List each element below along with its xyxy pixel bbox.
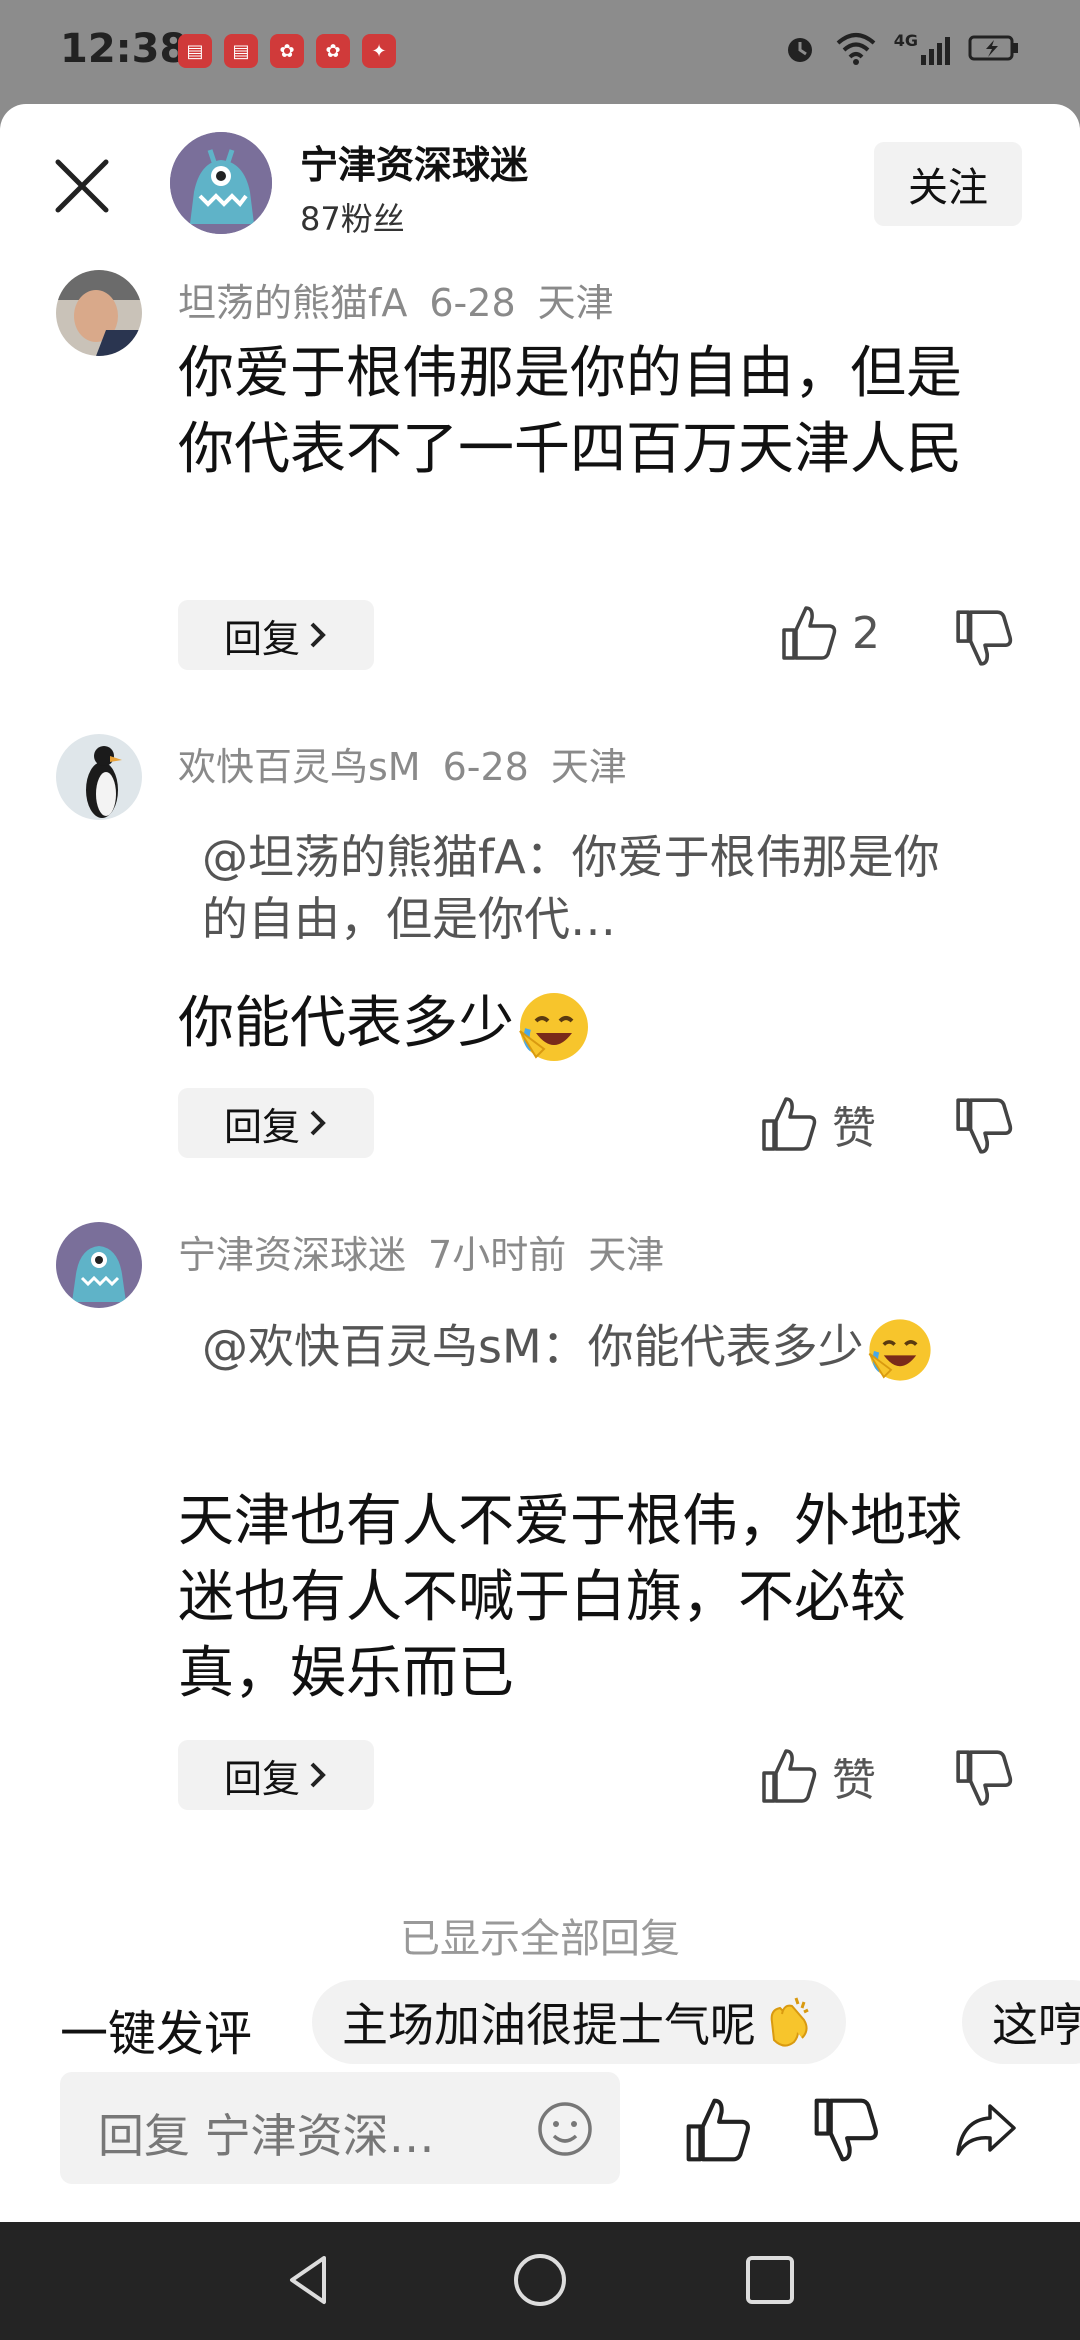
- notification-app-icon: ✿: [270, 34, 304, 68]
- thumbs-down-icon[interactable]: [954, 1748, 1014, 1808]
- comment-date: 6-28: [442, 745, 529, 789]
- notification-app-icon: ▤: [178, 34, 212, 68]
- thumbs-down-icon[interactable]: [954, 608, 1014, 668]
- notification-app-icon: ▤: [224, 34, 258, 68]
- thumbs-down-icon[interactable]: [812, 2096, 880, 2164]
- all-replies-shown-note: 已显示全部回复: [400, 1916, 680, 1956]
- reply-input-placeholder: 回复 宁津资深…: [98, 2109, 435, 2163]
- user-avatar[interactable]: [56, 734, 142, 820]
- like-button[interactable]: 赞: [760, 1744, 876, 1808]
- back-icon[interactable]: [280, 2250, 340, 2310]
- network-type: 4G: [893, 31, 918, 50]
- comment-username[interactable]: 宁津资深球迷: [178, 1233, 406, 1277]
- recents-icon[interactable]: [740, 2250, 800, 2310]
- status-icons: 4G: [782, 30, 1020, 66]
- clapping-hands-emoji-icon: [770, 1997, 809, 2047]
- battery-icon: [968, 35, 1018, 61]
- comment-location: 天津: [550, 745, 627, 789]
- thumbs-up-icon: [762, 1097, 817, 1151]
- reply-label: 回复: [223, 616, 300, 661]
- alarm-icon: [787, 38, 812, 62]
- quick-comment-chip-label: 主场加油很提士气呢: [342, 1998, 756, 2052]
- follow-button[interactable]: 关注: [874, 142, 1022, 226]
- user-avatar[interactable]: [56, 270, 142, 356]
- reply-button[interactable]: 回复: [178, 1740, 374, 1810]
- quoted-comment[interactable]: @欢快百灵鸟sM：你能代表多少: [202, 1314, 982, 1386]
- like-count: 赞: [832, 1103, 876, 1154]
- thumbs-up-icon: [762, 1749, 817, 1803]
- status-bar: 12:38 ▤ ▤ ✿ ✿ ✦ 4G: [0, 0, 1080, 104]
- quick-comment-chip[interactable]: 这哼: [962, 1980, 1080, 2064]
- comment-text-content: 你能代表多少: [178, 991, 514, 1056]
- comment-location: 天津: [537, 281, 614, 325]
- quick-comment-label: 一键发评: [60, 2006, 253, 2062]
- wifi-icon: [836, 33, 876, 65]
- reply-button[interactable]: 回复: [178, 600, 374, 670]
- thumbs-down-icon[interactable]: [954, 1096, 1014, 1156]
- close-icon[interactable]: [52, 156, 112, 216]
- quoted-comment-text: @欢快百灵鸟sM：你能代表多少: [202, 1319, 864, 1374]
- reply-label: 回复: [223, 1756, 300, 1801]
- cellular-icon: 4G: [894, 31, 950, 65]
- chevron-right-icon: [310, 1762, 326, 1788]
- system-navigation-bar: [0, 2222, 1080, 2340]
- comment-date: 6-28: [429, 281, 516, 325]
- like-button[interactable]: 2: [780, 604, 880, 662]
- like-button[interactable]: 赞: [760, 1092, 876, 1156]
- chevron-right-icon: [310, 1110, 326, 1136]
- notification-app-icon: ✿: [316, 34, 350, 68]
- like-count: 赞: [832, 1755, 876, 1806]
- laughing-crying-emoji-icon: [519, 992, 588, 1061]
- comment-detail-sheet: 宁津资深球迷 87粉丝 关注 坦荡的熊猫fA 6-28 天津 你爱于根伟那是你的自由…: [0, 104, 1080, 2222]
- comment-meta: 宁津资深球迷 7小时前 天津: [178, 1224, 686, 1279]
- author-name[interactable]: 宁津资深球迷: [300, 134, 528, 189]
- comment-meta: 欢快百灵鸟sM 6-28 天津: [178, 736, 649, 791]
- comment-username[interactable]: 坦荡的熊猫fA: [178, 281, 407, 325]
- laughing-crying-emoji-icon: [868, 1319, 931, 1381]
- smiley-icon[interactable]: [536, 2100, 594, 2158]
- reply-label: 回复: [223, 1104, 300, 1149]
- comment-date: 7小时前: [428, 1233, 567, 1277]
- quoted-comment[interactable]: @坦荡的熊猫fA：你爱于根伟那是你的自由，但是你代…: [202, 826, 982, 950]
- comment-text[interactable]: 你能代表多少: [178, 986, 1008, 1067]
- quick-comment-chip[interactable]: 主场加油很提士气呢: [312, 1980, 846, 2064]
- home-icon[interactable]: [510, 2250, 570, 2310]
- comment-text[interactable]: 你爱于根伟那是你的自由，但是你代表不了一千四百万天津人民: [178, 336, 1008, 488]
- share-icon[interactable]: [952, 2096, 1020, 2164]
- user-avatar[interactable]: [56, 1222, 142, 1308]
- comment-location: 天津: [588, 1233, 665, 1277]
- author-fans-count: 87粉丝: [300, 200, 405, 238]
- author-avatar[interactable]: [170, 132, 272, 234]
- quick-comment-row: 一键发评 主场加油很提士气呢 这哼: [0, 1972, 1080, 2072]
- comment-username[interactable]: 欢快百灵鸟sM: [178, 745, 421, 789]
- chevron-right-icon: [310, 622, 326, 648]
- thumbs-up-icon: [782, 606, 837, 660]
- notification-icons: ▤ ▤ ✿ ✿ ✦: [178, 34, 396, 68]
- reply-button[interactable]: 回复: [178, 1088, 374, 1158]
- thumbs-up-icon[interactable]: [684, 2096, 752, 2164]
- like-count: 2: [852, 607, 880, 659]
- comment-text[interactable]: 天津也有人不爱于根伟，外地球迷也有人不喊于白旗，不必较真，娱乐而已: [178, 1484, 1008, 1712]
- comment-meta: 坦荡的熊猫fA 6-28 天津: [178, 272, 636, 327]
- reply-input[interactable]: 回复 宁津资深…: [60, 2072, 620, 2184]
- status-time: 12:38: [60, 26, 188, 72]
- notification-app-icon: ✦: [362, 34, 396, 68]
